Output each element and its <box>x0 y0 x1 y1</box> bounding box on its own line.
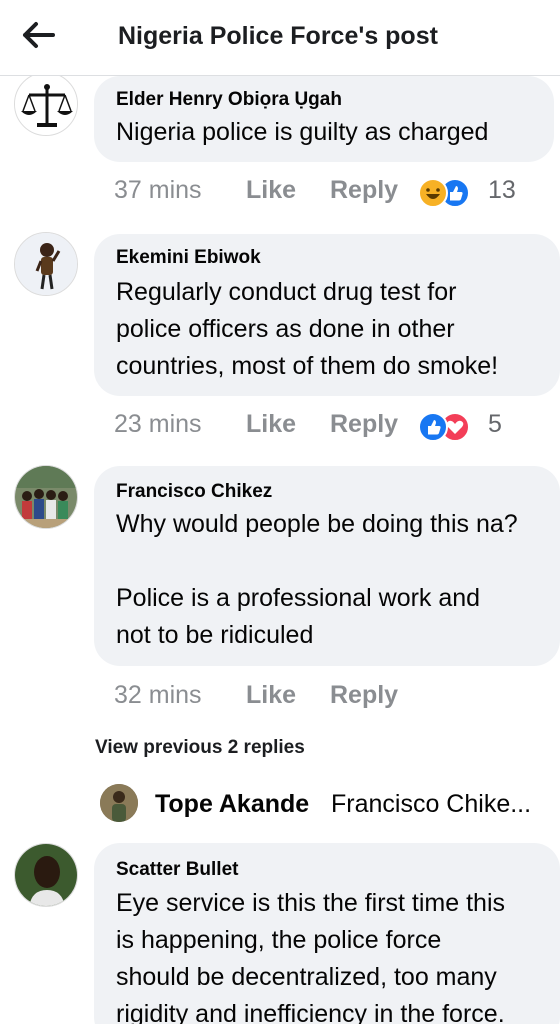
comment-author[interactable]: Ekemini Ebiwok <box>116 247 261 269</box>
comment-bubble[interactable]: Scatter Bullet Eye service is this the f… <box>94 843 560 1024</box>
reply-button[interactable]: Reply <box>330 410 398 439</box>
avatar-scales[interactable] <box>14 72 78 136</box>
comment-text: Why would people be doing this na? Polic… <box>116 510 518 649</box>
person-avatar-icon <box>100 784 138 822</box>
comment-time: 32 mins <box>114 681 202 709</box>
comment-bubble[interactable]: Ekemini Ebiwok Regularly conduct drug te… <box>94 234 560 396</box>
like-button[interactable]: Like <box>246 176 296 205</box>
comment-author[interactable]: Francisco Chikez <box>116 481 272 503</box>
comment-text: Eye service is this the first time this … <box>116 889 506 1024</box>
like-button[interactable]: Like <box>246 681 296 710</box>
comment-author[interactable]: Elder Henry Obiọra Ụgah <box>116 89 342 111</box>
comment-text: Regularly conduct drug test for police o… <box>116 278 499 380</box>
like-button[interactable]: Like <box>246 410 296 439</box>
group-photo-avatar-icon <box>15 466 77 528</box>
view-previous-replies-link[interactable]: View previous 2 replies <box>95 737 305 759</box>
person-avatar-icon <box>15 233 77 295</box>
comment-text: Nigeria police is guilty as charged <box>116 118 489 146</box>
scales-of-justice-icon <box>15 73 77 135</box>
person-avatar-icon <box>15 844 77 906</box>
reply-author[interactable]: Tope Akande <box>155 790 309 819</box>
comment-actions: 37 mins Like Reply 13 <box>114 176 560 212</box>
haha-icon <box>418 178 448 208</box>
latest-reply-preview[interactable]: Tope Akande Francisco Chike... <box>100 784 560 824</box>
avatar-francisco[interactable] <box>14 465 78 529</box>
like-icon <box>418 412 448 442</box>
comment-bubble[interactable]: Elder Henry Obiọra Ụgah Nigeria police i… <box>94 76 554 162</box>
avatar-scatter[interactable] <box>14 843 78 907</box>
comment-actions: 32 mins Like Reply <box>114 681 560 717</box>
page-title: Nigeria Police Force's post <box>118 22 438 50</box>
reaction-count: 13 <box>488 176 516 204</box>
top-bar: Nigeria Police Force's post <box>0 0 560 76</box>
back-arrow-icon[interactable] <box>22 20 58 50</box>
reply-button[interactable]: Reply <box>330 176 398 205</box>
comment-author[interactable]: Scatter Bullet <box>116 859 238 881</box>
avatar-ekemini[interactable] <box>14 232 78 296</box>
reply-preview-text: Francisco Chike... <box>331 790 532 818</box>
comment-actions: 23 mins Like Reply 5 <box>114 410 560 446</box>
reply-button[interactable]: Reply <box>330 681 398 710</box>
comment-bubble[interactable]: Francisco Chikez Why would people be doi… <box>94 466 560 666</box>
comment-time: 23 mins <box>114 410 202 438</box>
avatar-tope[interactable] <box>100 784 138 822</box>
reactions-summary[interactable] <box>418 412 474 442</box>
comment-time: 37 mins <box>114 176 202 204</box>
reactions-summary[interactable] <box>418 178 474 208</box>
reaction-count: 5 <box>488 410 502 438</box>
